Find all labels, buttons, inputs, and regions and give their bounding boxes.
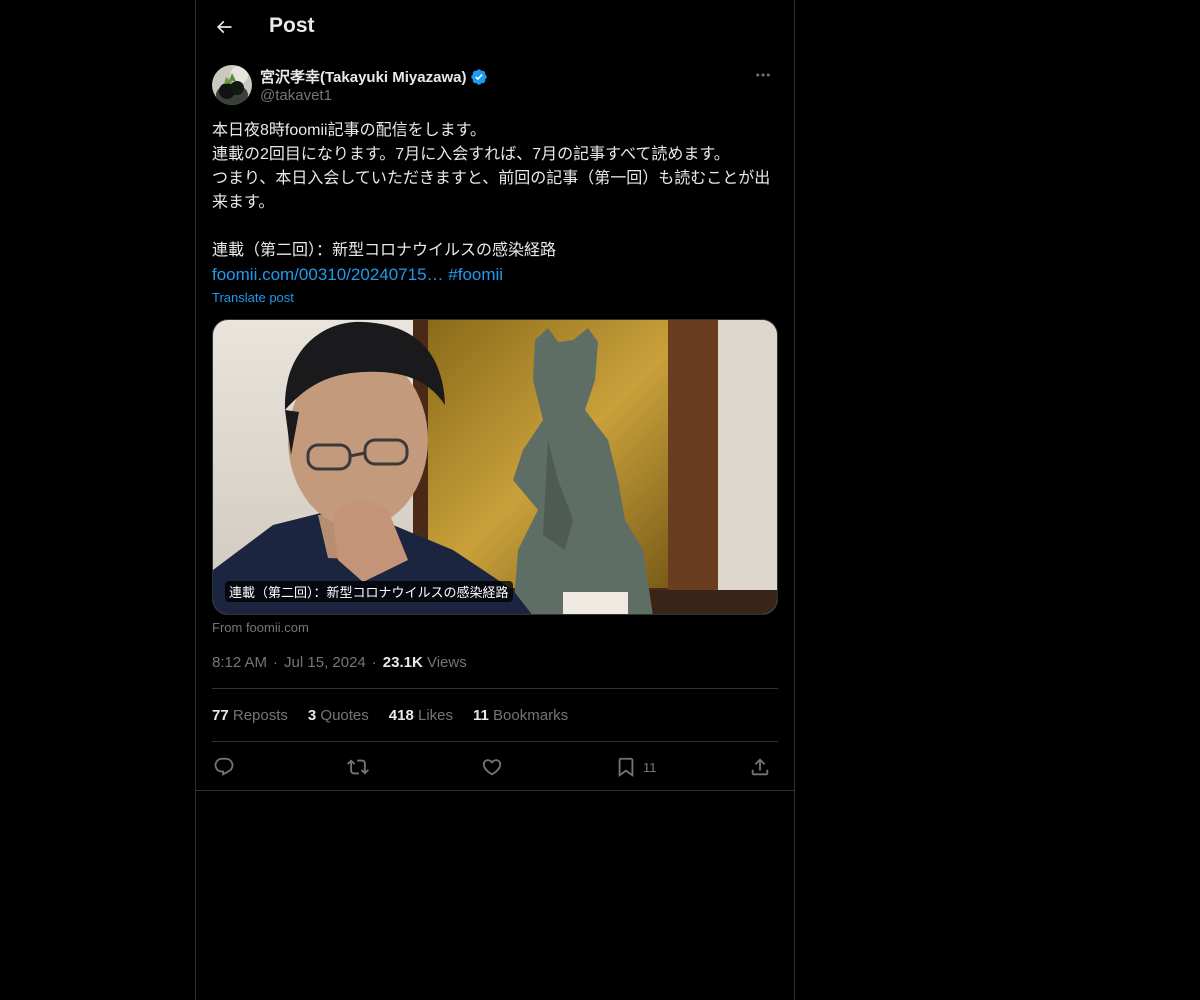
bookmarks-stat[interactable]: 11 Bookmarks (473, 707, 568, 724)
more-dots-icon (756, 73, 770, 77)
reposts-stat[interactable]: 77 Reposts (212, 707, 288, 724)
views-label: Views (426, 654, 467, 671)
quotes-stat[interactable]: 3 Quotes (308, 707, 369, 724)
article-link[interactable]: foomii.com/00310/20240715… (212, 265, 444, 284)
meta-separator: · (371, 654, 377, 671)
likes-label: Likes (417, 707, 454, 724)
handle[interactable]: @takavet1 (260, 87, 332, 104)
reposts-count: 77 (212, 707, 229, 724)
likes-stat[interactable]: 418 Likes (389, 707, 453, 724)
views: 23.1K Views (383, 654, 467, 671)
tweet-text: 本日夜8時foomii記事の配信をします。 連載の2回目になります。7月に入会す… (212, 122, 771, 259)
share-button[interactable] (749, 752, 771, 782)
reply-button[interactable] (213, 752, 235, 782)
reposts-label: Reposts (232, 707, 288, 724)
avatar[interactable] (212, 65, 252, 105)
hashtag-link[interactable]: #foomii (448, 265, 503, 284)
name-row: 宮沢孝幸(Takayuki Miyazawa) (260, 66, 488, 87)
likes-count: 418 (388, 707, 414, 724)
post-date[interactable]: Jul 15, 2024 (284, 654, 366, 671)
quotes-count: 3 (307, 707, 317, 724)
arrow-left-icon (216, 20, 232, 34)
post-header: Post (196, 0, 794, 54)
like-button[interactable] (481, 752, 503, 782)
more-options-button[interactable] (748, 64, 778, 86)
post-stats: 77 Reposts 3 Quotes 418 Likes 11 Bookmar… (212, 707, 568, 724)
divider (212, 741, 778, 742)
translate-post-link[interactable]: Translate post (212, 290, 294, 305)
verified-badge-icon (471, 68, 488, 85)
bookmarks-count: 11 (473, 707, 489, 724)
card-source[interactable]: From foomii.com (212, 620, 309, 635)
author-row: 宮沢孝幸(Takayuki Miyazawa) @takavet1 (212, 64, 778, 108)
card-caption: 連載（第二回）：新型コロナウイルスの感染経路 (225, 581, 513, 602)
action-bar: 11 (212, 752, 778, 782)
tweet-links: foomii.com/00310/20240715… #foomii (212, 263, 503, 287)
link-card[interactable]: 連載（第二回）：新型コロナウイルスの感染経路 (212, 319, 778, 615)
post-meta: 8:12 AM · Jul 15, 2024 · 23.1K Views (212, 654, 467, 671)
share-icon (751, 758, 769, 776)
bookmark-count: 11 (643, 759, 657, 775)
bookmark-button[interactable]: 11 (615, 752, 657, 782)
repost-button[interactable] (347, 752, 369, 782)
meta-separator: · (273, 654, 279, 671)
divider (196, 790, 794, 791)
back-button[interactable] (208, 11, 240, 43)
bookmarks-label: Bookmarks (493, 707, 569, 724)
heart-icon (482, 759, 502, 776)
card-image (213, 320, 777, 614)
views-count: 23.1K (382, 654, 423, 671)
repost-icon (347, 759, 369, 775)
post-column: Post 宮沢孝幸(Takayuki Miyazawa) @takavet1 本… (195, 0, 795, 1000)
reply-icon (214, 757, 234, 776)
display-name[interactable]: 宮沢孝幸(Takayuki Miyazawa) (260, 66, 466, 87)
bookmark-icon (618, 757, 634, 778)
divider (212, 688, 778, 689)
page-title: Post (269, 14, 315, 37)
quotes-label: Quotes (320, 707, 369, 724)
post-time[interactable]: 8:12 AM (212, 654, 267, 671)
